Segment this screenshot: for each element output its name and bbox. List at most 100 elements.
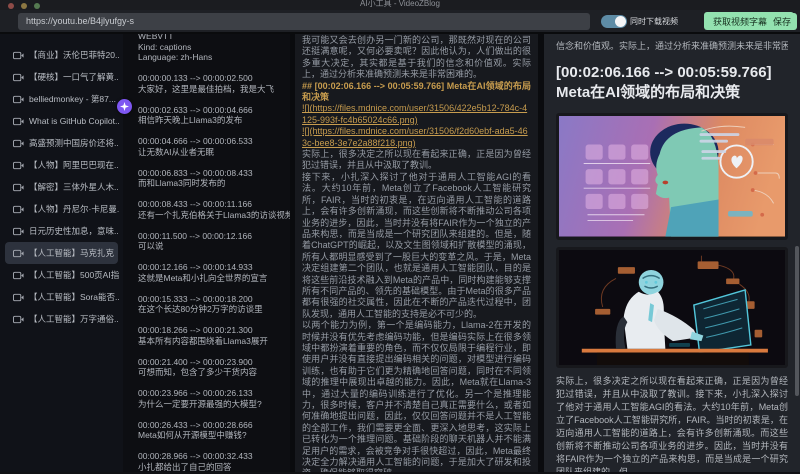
video-camera-icon (13, 293, 24, 302)
transcript-line: 00:00:28.966 --> 00:00:32.433 (138, 451, 290, 462)
video-title: 【人物】阿里巴巴现在... (29, 159, 119, 171)
editor-segment-text: 实际上，很多决定之所以现在看起来正确，正是因为曾经犯过错误，并且从中汲取了教训。 (302, 149, 531, 172)
markdown-preview-panel: 信念和价值观。实际上，通过分析来准确预测未来是非常困难的。 [00:02:06.… (538, 34, 800, 472)
video-title: 日元历史性加息，意味... (29, 225, 119, 237)
transcript-line: 00:00:08.433 --> 00:00:11.166 (138, 199, 290, 210)
video-camera-icon (13, 95, 24, 104)
video-title: 【商业】沃伦巴菲特20... (29, 49, 119, 61)
sidebar-item[interactable]: 【人物】阿里巴巴现在... (0, 154, 123, 176)
transcript-line: WEBVTT (138, 34, 290, 42)
sidebar-item-selected[interactable]: 【人工智能】马克扎克... (5, 242, 118, 264)
app-window: AI小工具 - VideoZBlog 同时下载视频 获取视频字幕文件 保存 【商… (0, 0, 800, 474)
sidebar-item[interactable]: 【人工智能】500页AI指... (0, 264, 123, 286)
transcript-line: 让无数AI从业者无眠 (138, 147, 290, 158)
transcript-line: 00:00:21.400 --> 00:00:23.900 (138, 357, 290, 368)
download-video-toggle[interactable] (601, 15, 627, 28)
video-camera-icon (13, 249, 24, 258)
transcript-line (138, 220, 290, 231)
transcript-line: 基本所有内容都围绕着Llama3展开 (138, 336, 290, 347)
video-camera-icon (13, 227, 24, 236)
video-title: belliedmonkey - 第87... (29, 93, 116, 105)
video-camera-icon (13, 117, 24, 126)
video-title: 高盛预测中国房价还将... (29, 137, 119, 149)
transcript-content: WEBVTTKind: captionsLanguage: zh-Hans 00… (138, 34, 290, 472)
toolbar: 同时下载视频 获取视频字幕文件 保存 (0, 10, 800, 34)
save-button[interactable]: 保存 (767, 13, 797, 30)
editor-segment-text: 接下来，小扎深入探讨了他对于通用人工智能AGI的看法。大约10年前，Meta创立… (302, 172, 531, 320)
transcript-line: Language: zh-Hans (138, 52, 290, 63)
transcript-line (138, 126, 290, 137)
video-list-sidebar: 【商业】沃伦巴菲特20... 【硬核】一口气了解黄... belliedmonkey… (0, 34, 123, 472)
transcript-line: 00:00:18.266 --> 00:00:21.300 (138, 325, 290, 336)
transcript-line (138, 378, 290, 389)
preview-image-ai-portrait (556, 113, 788, 240)
sidebar-item[interactable]: 【硬核】一口气了解黄... (0, 66, 123, 88)
transcript-line: 00:00:04.666 --> 00:00:06.533 (138, 136, 290, 147)
transcript-line (138, 157, 290, 168)
video-camera-icon (13, 271, 24, 280)
transcript-line: 00:00:00.133 --> 00:00:02.500 (138, 73, 290, 84)
transcript-line: 00:00:11.500 --> 00:00:12.166 (138, 231, 290, 242)
transcript-line (138, 441, 290, 452)
transcript-line (138, 94, 290, 105)
download-video-toggle-label: 同时下载视频 (630, 16, 678, 27)
sparkle-icon (120, 102, 129, 111)
transcript-line: 00:00:26.433 --> 00:00:28.666 (138, 420, 290, 431)
editor-segment-text: 以两个能力为例，第一个是编码能力，Llama-2在开发的时候并没有优先考虑编码功… (302, 320, 531, 472)
preview-body-text: 实际上，很多决定之所以现在看起来正确，正是因为曾经犯过错误，并且从中汲取了教训。… (556, 375, 788, 472)
preview-image-robot (556, 247, 788, 369)
transcript-line: 00:00:12.166 --> 00:00:14.933 (138, 262, 290, 273)
transcript-line: 00:00:23.966 --> 00:00:26.133 (138, 388, 290, 399)
sidebar-item[interactable]: 【解密】三体外星人木... (0, 176, 123, 198)
transcript-line: 00:00:06.833 --> 00:00:08.433 (138, 168, 290, 179)
editor-segment-text: 我可能又会去创办另一门新的公司，那既然对现在的公司还挺满意呢，又何必要卖呢？因此… (302, 35, 531, 81)
sidebar-item[interactable]: 【人物】丹尼尔·卡尼曼... (0, 198, 123, 220)
sidebar-item[interactable]: What is GitHub Copilot... (0, 110, 123, 132)
sidebar-item[interactable]: 高盛预测中国房价还将... (0, 132, 123, 154)
transcript-line: Meta如何从开源模型中赚钱? (138, 430, 290, 441)
preview-scrollbar[interactable] (795, 246, 799, 396)
transcript-line (138, 409, 290, 420)
sidebar-item[interactable]: belliedmonkey - 第87... (0, 88, 123, 110)
transcript-line: 大家好，这里是最佳拍档，我是大飞 (138, 84, 290, 95)
sidebar-item[interactable]: 日元历史性加息，意味... (0, 220, 123, 242)
markdown-editor[interactable]: 我可能又会去创办另一门新的公司，那既然对现在的公司还挺满意呢，又何必要卖呢？因此… (290, 34, 538, 472)
editor-segment-link: ![](https://files.mdnice.com/user/31506/… (302, 103, 531, 126)
transcript-line: 为什么一定要开源最强的大模型? (138, 399, 290, 410)
video-title: 【人工智能】万字通俗... (29, 313, 119, 325)
sidebar-item[interactable]: 【商业】沃伦巴菲特20... (0, 44, 123, 66)
transcript-line: 00:00:15.333 --> 00:00:18.200 (138, 294, 290, 305)
video-camera-icon (13, 73, 24, 82)
preview-intro-text: 信念和价值观。实际上，通过分析来准确预测未来是非常困难的。 (556, 40, 788, 53)
transcript-line (138, 189, 290, 200)
video-title: 【人工智能】500页AI指... (29, 269, 119, 281)
transcript-line: 可以说 (138, 241, 290, 252)
video-camera-icon (13, 51, 24, 60)
video-camera-icon (13, 161, 24, 170)
video-camera-icon (13, 205, 24, 214)
transcript-line: 还有一个扎克伯格关于Llama3的访谈视频 (138, 210, 290, 221)
transcript-line: 而和Llama3同时发布的 (138, 178, 290, 189)
floating-assistant-button[interactable] (117, 99, 132, 114)
video-title: What is GitHub Copilot... (29, 116, 119, 126)
video-camera-icon (13, 315, 24, 324)
video-title: 【解密】三体外星人木... (29, 181, 119, 193)
video-title: 【人工智能】马克扎克... (29, 247, 114, 259)
transcript-line: 小扎都给出了自己的回答 (138, 462, 290, 473)
video-title: 【硬核】一口气了解黄... (29, 71, 119, 83)
transcript-line: 00:00:02.633 --> 00:00:04.666 (138, 105, 290, 116)
transcript-line: 在这个长达80分钟2万字的访谈里 (138, 304, 290, 315)
video-camera-icon (13, 183, 24, 192)
window-title: AI小工具 - VideoZBlog (0, 0, 800, 9)
editor-segment-heading: ## [00:02:06.166 --> 00:05:59.766] Meta在… (302, 81, 531, 104)
video-title: 【人物】丹尼尔·卡尼曼... (29, 203, 119, 215)
transcript-line: 这就是Meta和小扎向全世界的宣言 (138, 273, 290, 284)
video-url-input[interactable] (18, 13, 590, 30)
transcript-panel[interactable]: WEBVTTKind: captionsLanguage: zh-Hans 00… (123, 34, 290, 472)
transcript-line (138, 63, 290, 74)
video-title: 【人工智能】Sora能否... (29, 291, 119, 303)
sidebar-item[interactable]: 【人工智能】Sora能否... (0, 286, 123, 308)
sidebar-item[interactable]: 【人工智能】万字通俗... (0, 308, 123, 330)
video-camera-icon (13, 139, 24, 148)
transcript-line: 可想而知，包含了多少干货内容 (138, 367, 290, 378)
